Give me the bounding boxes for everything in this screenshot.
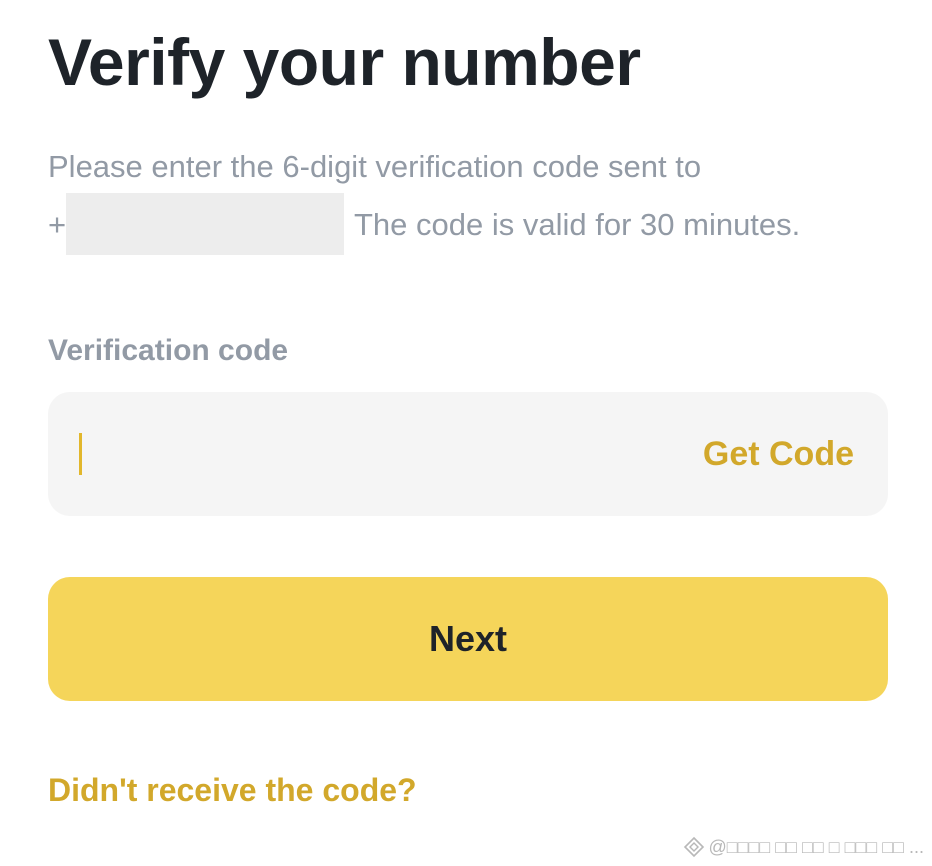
get-code-button[interactable]: Get Code [703,435,854,474]
watermark: @□□□□ □□ □□ □ □□□ □□ ... [683,836,925,858]
validity-note: The code is valid for 30 minutes. [354,207,801,242]
instructions-line-1: Please enter the 6-digit verification co… [48,149,702,184]
page-title: Verify your number [48,25,641,99]
diamond-logo-icon [683,836,705,858]
text-caret [79,433,82,475]
verification-code-label: Verification code [48,334,289,367]
didnt-receive-code-link[interactable]: Didn't receive the code? [48,772,417,809]
instructions-line-2: + The code is valid for 30 minutes. [48,192,908,255]
next-button[interactable]: Next [48,577,888,701]
verification-code-input[interactable] [88,392,668,516]
verification-instructions: Please enter the 6-digit verification co… [48,138,908,255]
redacted-phone-number [66,192,344,255]
verification-code-field[interactable]: Get Code [48,392,888,516]
verify-number-page: Verify your number Please enter the 6-di… [0,0,932,866]
watermark-text: @□□□□ □□ □□ □ □□□ □□ ... [708,836,925,857]
phone-prefix: + [48,207,67,242]
